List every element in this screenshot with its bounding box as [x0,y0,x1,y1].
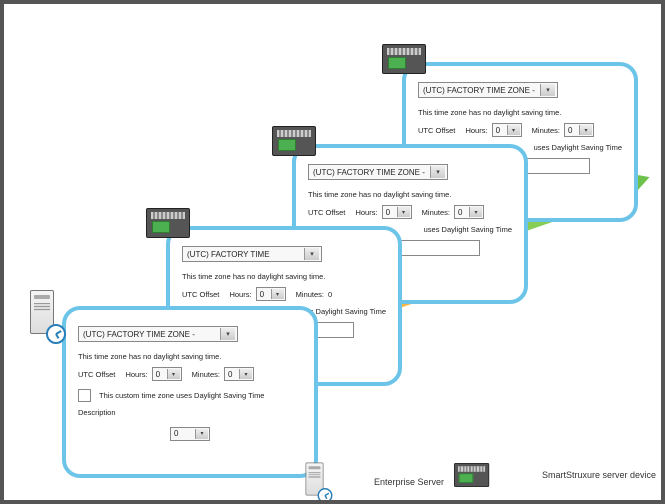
legend-device: SmartStruxure server device [454,460,656,490]
timezone-select[interactable]: (UTC) FACTORY TIME ▾ [182,246,322,262]
enterprise-server-icon [28,290,64,342]
chevron-down-icon: ▾ [167,369,180,379]
chevron-down-icon: ▾ [469,207,482,217]
chevron-down-icon: ▾ [239,369,252,379]
dst-checkbox-label: This custom time zone uses Daylight Savi… [99,391,264,400]
hours-spinner[interactable]: 0▾ [256,287,286,301]
timezone-select[interactable]: (UTC) FACTORY TIME ZONE - ▾ [78,326,238,342]
diagram-frame: (UTC) FACTORY TIME ZONE - ▾ This time zo… [0,0,665,504]
chevron-down-icon: ▾ [430,166,445,178]
minutes-label: Minutes: [296,290,324,299]
enterprise-server-icon [304,463,331,502]
hours-label: Hours: [125,370,147,379]
hours-spinner[interactable]: 0▾ [382,205,412,219]
device-icon [272,126,316,156]
hours-spinner[interactable]: 0▾ [492,123,522,137]
dst-note: This time zone has no daylight saving ti… [78,352,302,361]
timezone-select[interactable]: (UTC) FACTORY TIME ZONE - ▾ [418,82,558,98]
dst-note: This time zone has no daylight saving ti… [418,108,622,117]
clock-icon [46,324,66,344]
config-panel-1: (UTC) FACTORY TIME ZONE - ▾ This time zo… [62,306,318,478]
timezone-select-value: (UTC) FACTORY TIME ZONE - [83,330,195,339]
minutes-spinner[interactable]: 0▾ [564,123,594,137]
minutes-label: Minutes: [192,370,220,379]
device-icon [146,208,190,238]
chevron-down-icon: ▾ [579,125,592,135]
minutes-value-readonly: 0 [328,290,332,299]
minutes-label: Minutes: [532,126,560,135]
chevron-down-icon: ▾ [271,289,284,299]
timezone-select-value: (UTC) FACTORY TIME [187,250,270,259]
extra-spinner[interactable]: 0▾ [170,427,210,441]
utc-offset-label: UTC Offset [78,370,115,379]
legend-enterprise-label: Enterprise Server [374,477,444,487]
dst-checkbox[interactable] [78,389,91,402]
dst-note: This time zone has no daylight saving ti… [182,272,386,281]
utc-offset-label: UTC Offset [418,126,455,135]
chevron-down-icon: ▾ [540,84,555,96]
description-label: Description [78,408,302,417]
minutes-label: Minutes: [422,208,450,217]
timezone-select[interactable]: (UTC) FACTORY TIME ZONE - ▾ [308,164,448,180]
chevron-down-icon: ▾ [507,125,520,135]
hours-label: Hours: [355,208,377,217]
minutes-spinner[interactable]: 0▾ [454,205,484,219]
utc-offset-label: UTC Offset [308,208,345,217]
device-icon [454,463,489,487]
legend-device-label: SmartStruxure server device [542,470,656,480]
minutes-spinner[interactable]: 0▾ [224,367,254,381]
chevron-down-icon: ▾ [195,429,208,439]
hours-label: Hours: [229,290,251,299]
clock-icon [318,488,333,503]
hours-label: Hours: [465,126,487,135]
dst-note: This time zone has no daylight saving ti… [308,190,512,199]
timezone-select-value: (UTC) FACTORY TIME ZONE - [423,86,535,95]
chevron-down-icon: ▾ [220,328,235,340]
legend-enterprise: Enterprise Server [304,456,444,504]
utc-offset-label: UTC Offset [182,290,219,299]
chevron-down-icon: ▾ [304,248,319,260]
chevron-down-icon: ▾ [397,207,410,217]
device-icon [382,44,426,74]
hours-spinner[interactable]: 0▾ [152,367,182,381]
timezone-select-value: (UTC) FACTORY TIME ZONE - [313,168,425,177]
